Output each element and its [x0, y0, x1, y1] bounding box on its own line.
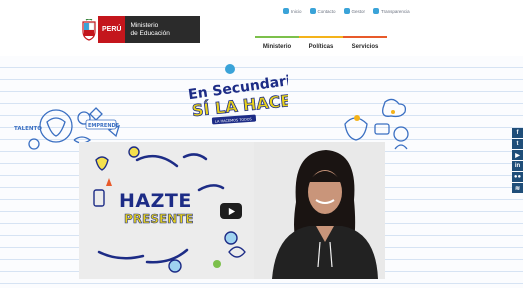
nav-servicios[interactable]: Servicios: [343, 36, 387, 56]
facebook-icon[interactable]: f: [512, 128, 523, 138]
nav-politicas[interactable]: Políticas: [299, 36, 343, 56]
top-link-transparencia[interactable]: Transparencia: [373, 8, 410, 14]
logo-ministry: Ministerio de Educación: [125, 16, 200, 43]
twitter-icon[interactable]: t: [512, 139, 523, 149]
flickr-icon[interactable]: ●●: [512, 172, 523, 182]
site-header: PERÚ Ministerio de Educación Inicio Cont…: [0, 0, 523, 56]
minedu-logo[interactable]: PERÚ Ministerio de Educación: [80, 16, 200, 43]
top-link-label: Transparencia: [381, 8, 410, 14]
video-player[interactable]: HAZTE PRESENTE: [79, 142, 385, 279]
user-icon: [343, 8, 350, 14]
campaign-logo: En Secundaria SÍ LA HACES LA HACEMOS TOD…: [187, 64, 288, 125]
top-link-gestor[interactable]: Gestor: [343, 8, 366, 14]
top-link-label: Gestor: [351, 8, 366, 14]
presenter-image: [254, 142, 385, 279]
top-link-contacto[interactable]: Contacto: [309, 8, 336, 14]
top-link-inicio[interactable]: Inicio: [283, 8, 302, 14]
speech-bubble-icon: [225, 64, 235, 74]
linkedin-icon[interactable]: in: [512, 161, 523, 171]
rss-icon[interactable]: ≋: [512, 183, 523, 193]
home-icon: [283, 8, 289, 14]
coat-of-arms-icon: [80, 16, 98, 43]
main-nav: Ministerio Políticas Servicios: [255, 36, 387, 56]
video-title-line1: HAZTE: [119, 190, 192, 212]
logo-country: PERÚ: [98, 16, 126, 43]
youtube-icon[interactable]: ▶: [512, 150, 523, 160]
video-title-line2: PRESENTE: [124, 212, 194, 227]
top-link-label: Contacto: [317, 8, 336, 14]
doodle-word-emprende: EMPRENDE: [88, 123, 120, 129]
social-sidebar: f t ▶ in ●● ≋: [512, 128, 523, 193]
top-link-label: Inicio: [291, 8, 302, 14]
doc-icon: [373, 8, 380, 14]
mail-icon: [309, 8, 316, 14]
nav-ministerio[interactable]: Ministerio: [255, 36, 299, 56]
play-button[interactable]: [220, 203, 242, 219]
doodle-word-talento: TALENTO: [14, 126, 42, 132]
play-icon: [228, 207, 235, 215]
utility-links: Inicio Contacto Gestor Transparencia: [283, 8, 410, 14]
